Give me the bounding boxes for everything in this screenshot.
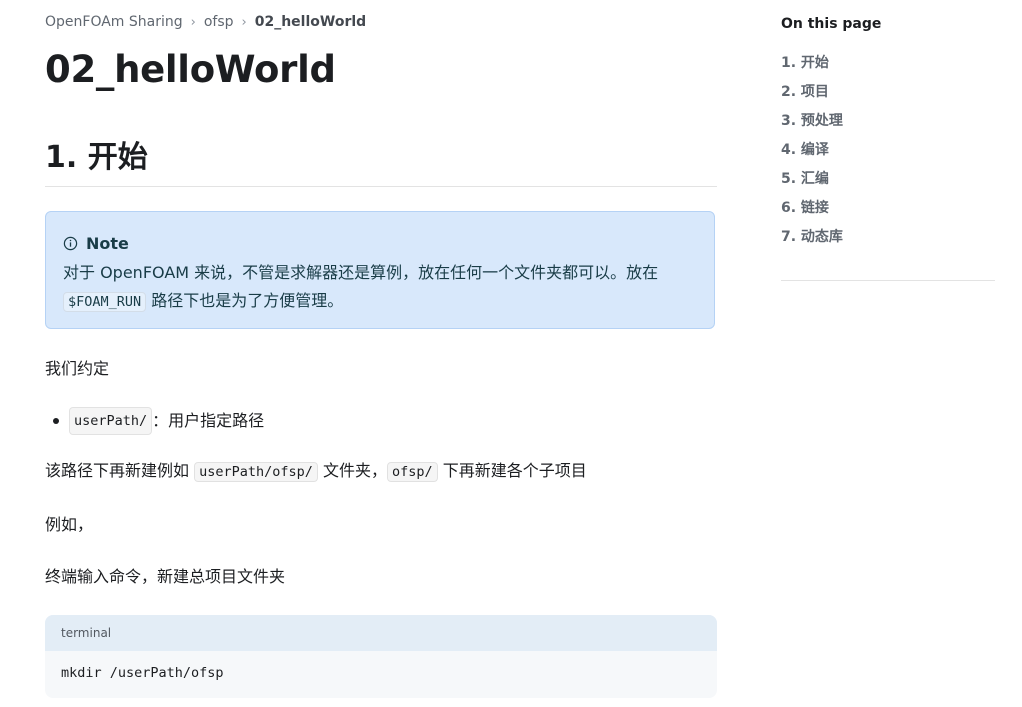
path-paragraph-text-1: 该路径下再新建例如 xyxy=(45,461,195,480)
toc-divider xyxy=(781,280,995,281)
toc-item-dynamic-library[interactable]: 7. 动态库 xyxy=(781,226,843,255)
toc-item-link[interactable]: 6. 链接 xyxy=(781,197,843,226)
note-text: 对于 OpenFOAM 来说，不管是求解器还是算例，放在任何一个文件夹都可以。放… xyxy=(63,263,659,282)
convention-list: userPath/ ：用户指定路径 xyxy=(45,407,264,435)
breadcrumb-current: 02_helloWorld xyxy=(254,14,367,30)
note-text-2: 路径下也是为了方便管理。 xyxy=(146,291,344,310)
convention-paragraph: 我们约定 xyxy=(45,359,110,378)
toc-item-project[interactable]: 2. 项目 xyxy=(781,81,843,110)
path-paragraph-text-3: 下再新建各个子项目 xyxy=(437,461,587,480)
chevron-right-icon: › xyxy=(241,14,247,30)
inline-code-userpath-ofsp: userPath/ofsp/ xyxy=(194,462,318,482)
example-paragraph: 例如， xyxy=(45,515,94,534)
toc-item-start[interactable]: 1. 开始 xyxy=(781,52,843,81)
path-paragraph-text-2: 文件夹， xyxy=(317,461,387,480)
note-header: Note xyxy=(63,234,129,253)
toc-item-assemble[interactable]: 5. 汇编 xyxy=(781,168,843,197)
note-label: Note xyxy=(86,234,129,253)
page-title: 02_helloWorld xyxy=(45,48,336,91)
list-item: userPath/ ：用户指定路径 xyxy=(45,407,264,435)
section-divider xyxy=(45,186,717,187)
code-block-content[interactable]: mkdir /userPath/ofsp xyxy=(45,651,717,695)
note-admonition: Note 对于 OpenFOAM 来说，不管是求解器还是算例，放在任何一个文件夹… xyxy=(45,211,715,329)
note-body: 对于 OpenFOAM 来说，不管是求解器还是算例，放在任何一个文件夹都可以。放… xyxy=(63,259,703,316)
toc-item-compile[interactable]: 4. 编译 xyxy=(781,139,843,168)
inline-code-foam-run: $FOAM_RUN xyxy=(63,292,147,312)
toc-item-preprocess[interactable]: 3. 预处理 xyxy=(781,110,843,139)
bullet-icon xyxy=(53,418,59,424)
code-block: terminal mkdir /userPath/ofsp xyxy=(45,615,717,698)
code-block-title: terminal xyxy=(45,615,717,651)
section-heading-start: 1. 开始 xyxy=(45,140,148,175)
inline-code-ofsp: ofsp/ xyxy=(386,462,438,482)
inline-code-userpath: userPath/ xyxy=(69,407,153,435)
toc-title: On this page xyxy=(781,16,882,32)
info-icon xyxy=(63,236,78,251)
breadcrumb-item-ofsp[interactable]: ofsp xyxy=(204,14,234,30)
list-item-text: ：用户指定路径 xyxy=(152,411,265,430)
toc-list: 1. 开始 2. 项目 3. 预处理 4. 编译 5. 汇编 6. 链接 7. … xyxy=(781,52,843,255)
breadcrumb-item-openfoam-sharing[interactable]: OpenFOAm Sharing xyxy=(45,14,183,30)
path-paragraph: 该路径下再新建例如 userPath/ofsp/ 文件夹， ofsp/ 下再新建各… xyxy=(45,459,587,484)
terminal-instruction: 终端输入命令，新建总项目文件夹 xyxy=(45,567,286,586)
breadcrumb: OpenFOAm Sharing › ofsp › 02_helloWorld xyxy=(45,14,366,30)
chevron-right-icon: › xyxy=(190,14,196,30)
